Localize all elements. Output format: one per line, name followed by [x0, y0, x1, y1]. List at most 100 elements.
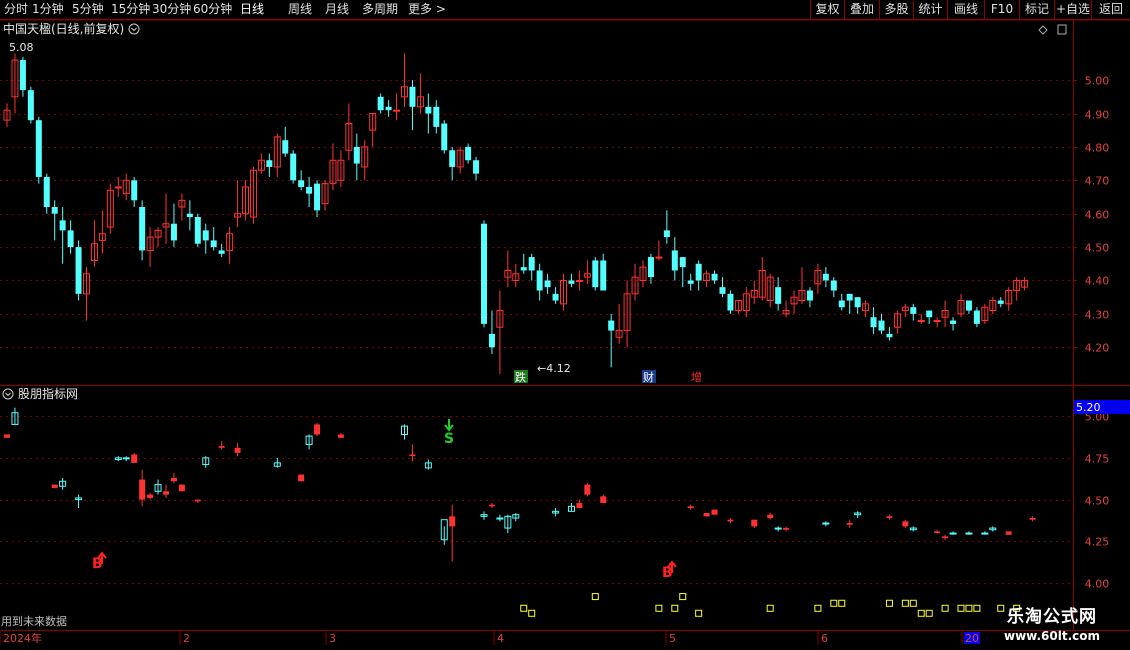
price-candle-body-down: [473, 160, 480, 174]
price-tick-label: 4.20: [1085, 342, 1110, 355]
yellow-square-marker: [838, 599, 846, 607]
price-candle-body-down: [75, 247, 82, 294]
price-candle-body-down: [314, 183, 321, 211]
indicator-candle-body-red: [131, 454, 138, 463]
price-candle-body-down: [488, 333, 495, 348]
price-tick-label: 5.00: [1085, 75, 1110, 88]
indicator-candle-body-red: [194, 499, 201, 502]
indicator-candle-body-cyan: [965, 532, 973, 535]
price-candle-body-down: [194, 217, 201, 244]
watermark-title: 乐淘公式网: [1007, 607, 1097, 627]
event-tag: 跌: [515, 370, 526, 384]
yellow-square-marker: [814, 604, 822, 612]
yellow-square-marker: [695, 609, 703, 617]
price-candle-body-down: [210, 240, 217, 248]
indicator-candle-body-red: [783, 528, 790, 530]
indicator-candle-body-red: [600, 496, 607, 503]
price-tick-label: 4.60: [1085, 209, 1110, 222]
indicator-candle-body-red: [886, 516, 893, 519]
price-candle-body-down: [687, 280, 694, 284]
price-candle-body-down: [950, 320, 957, 324]
indicator-candle-body-red: [1029, 518, 1036, 520]
price-tick-label: 4.50: [1085, 242, 1110, 255]
indicator-candle-body-red: [163, 491, 169, 495]
price-candle-body-down: [67, 230, 74, 248]
yellow-square-marker: [830, 599, 838, 607]
price-candle-body-down: [886, 333, 893, 338]
price-candle-body-down: [282, 140, 289, 154]
indicator-candle-body-cyan: [949, 532, 957, 535]
price-candle-body-down: [854, 297, 861, 308]
indicator-candle-body-red: [576, 502, 583, 508]
price-candle-body-down: [433, 106, 440, 127]
price-candle-body-down: [528, 257, 535, 271]
watermark-url: www.60lt.com: [1003, 629, 1101, 643]
x-axis-label: 5: [669, 632, 676, 645]
indicator-options-icon: [2, 388, 14, 400]
price-candle-body-down: [441, 123, 448, 151]
price-candle-body-up: [933, 320, 941, 323]
indicator-candle-body-red: [703, 513, 710, 517]
x-axis-label: 2: [183, 632, 190, 645]
price-candle-body-down: [647, 257, 654, 278]
indicator-tick-label: 4.25: [1085, 536, 1110, 549]
chevron-down-icon: [131, 27, 137, 32]
price-candle-body-down: [910, 307, 917, 314]
price-candle-body-down: [266, 160, 273, 167]
yellow-square-marker: [671, 604, 679, 612]
price-candle-body-up: [917, 320, 925, 323]
price-candle-body-up: [655, 256, 663, 259]
indicator-candle-body-red: [687, 506, 694, 508]
yellow-square-marker: [528, 609, 536, 617]
diamond-icon: [1038, 25, 1048, 35]
price-candle-body-down: [870, 317, 877, 328]
indicator-candle-body-red: [584, 484, 591, 495]
price-candle-body-down: [719, 287, 726, 294]
yellow-square-marker: [885, 599, 893, 607]
indicator-candle-body-red: [751, 519, 758, 527]
price-candle-body-down: [592, 260, 599, 288]
price-candle-body-down: [711, 273, 718, 281]
indicator-candle-body-red: [711, 509, 718, 515]
high-price-marker: 5.08: [9, 41, 34, 54]
indicator-title: 股朋指标网: [18, 386, 78, 401]
indicator-candle-body-red: [934, 531, 941, 534]
x-axis-label: 6: [821, 632, 828, 645]
price-candle-body-down: [727, 293, 734, 311]
price-candle-body-down: [600, 260, 607, 291]
yellow-square-marker: [965, 604, 973, 612]
price-candle-body-down: [35, 120, 42, 177]
price-candle-body-down: [170, 223, 177, 241]
site-watermark: 乐淘公式网 www.60lt.com: [992, 606, 1112, 646]
price-candle-body-down: [520, 267, 527, 271]
indicator-candle-body-red: [51, 484, 58, 488]
price-candle-body-down: [926, 310, 933, 318]
low-price-marker: ←4.12: [537, 362, 571, 375]
price-candle-body-down: [679, 257, 686, 268]
price-candle-body-down: [290, 153, 297, 181]
signal-S-label: S: [444, 431, 454, 447]
indicator-tick-label: 4.00: [1085, 578, 1110, 591]
price-candle-body-down: [131, 180, 138, 201]
indicator-tick-label: 4.75: [1085, 453, 1110, 466]
price-candle-body-down: [139, 207, 146, 251]
indicator-candle-body-cyan: [496, 517, 504, 520]
price-candle-body-down: [409, 86, 416, 107]
price-panel-title: 中国天楹(日线,前复权): [3, 21, 124, 36]
price-candle-body-down: [608, 320, 615, 331]
price-candle-body-up: [575, 279, 583, 282]
indicator-candle-body-red: [298, 474, 305, 482]
price-candle-body-down: [353, 146, 360, 164]
yellow-square-marker: [655, 604, 663, 612]
yellow-square-marker: [973, 604, 981, 612]
price-candle-body-down: [544, 280, 551, 288]
indicator-candle-body-red: [337, 434, 344, 438]
indicator-candle-body-red: [488, 504, 495, 507]
indicator-candle-body-red: [170, 477, 177, 482]
yellow-square-marker: [917, 609, 925, 617]
price-candle-body-down: [481, 223, 487, 324]
indicator-candle-body-red: [4, 434, 10, 438]
price-tick-label: 4.90: [1085, 109, 1110, 122]
price-candle-body-down: [385, 106, 392, 111]
price-candle-body-down: [830, 280, 837, 291]
